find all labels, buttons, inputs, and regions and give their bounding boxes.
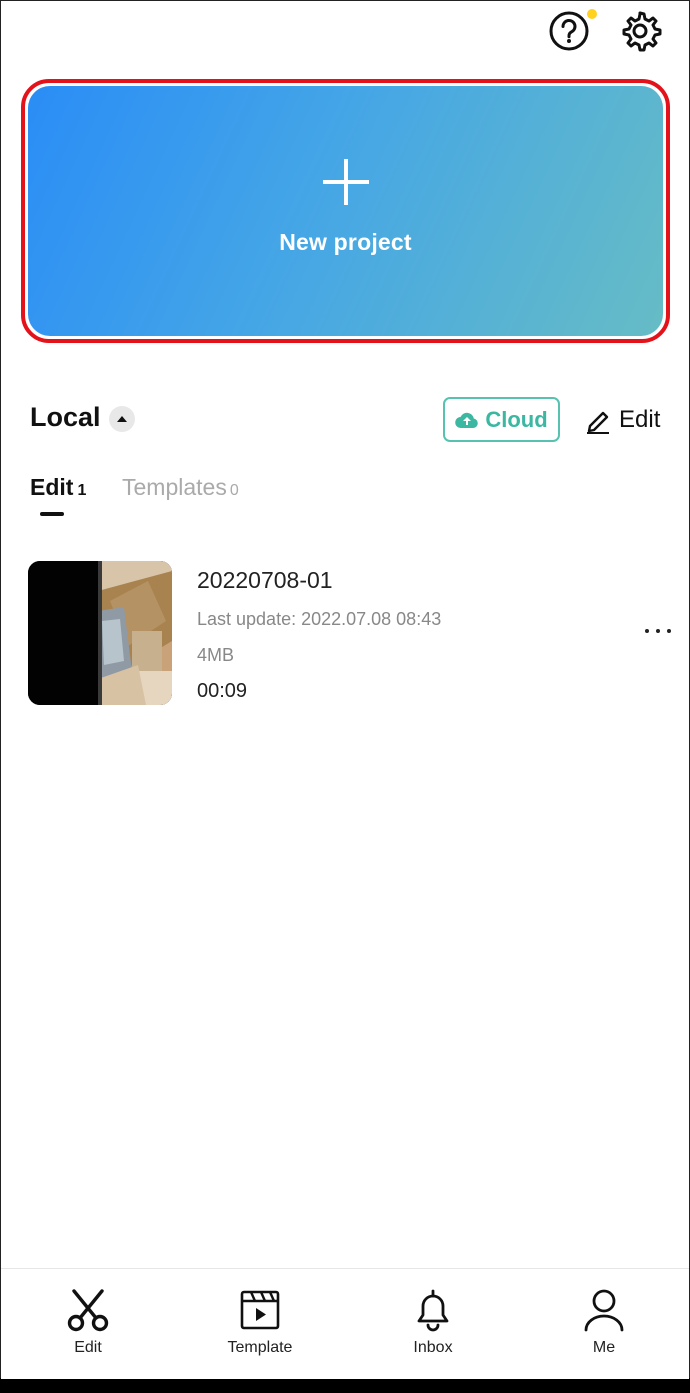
- pencil-icon: [587, 411, 609, 434]
- project-list-item[interactable]: 20220708-01 Last update: 2022.07.08 08:4…: [28, 561, 678, 707]
- bottom-navigation: Edit Template Inbox Me: [1, 1268, 689, 1379]
- tab-templates[interactable]: Templates 0: [122, 474, 239, 501]
- project-duration: 00:09: [197, 680, 248, 702]
- new-project-button[interactable]: New project: [21, 79, 670, 343]
- nav-label-inbox: Inbox: [413, 1339, 453, 1356]
- tab-templates-count: 0: [229, 482, 239, 499]
- nav-label-template: Template: [227, 1339, 293, 1356]
- project-name: 20220708-01: [197, 567, 333, 593]
- nav-item-inbox[interactable]: Inbox: [378, 1287, 488, 1369]
- project-last-update: Last update: 2022.07.08 08:43: [197, 609, 442, 629]
- more-options-icon[interactable]: [638, 619, 678, 643]
- project-size: 4MB: [197, 645, 235, 665]
- template-icon: [237, 1287, 283, 1333]
- edit-projects-button[interactable]: Edit: [585, 403, 660, 437]
- nav-item-edit[interactable]: Edit: [33, 1287, 143, 1369]
- gear-icon[interactable]: [618, 9, 662, 53]
- nav-item-me[interactable]: Me: [549, 1287, 659, 1369]
- app-screen: New project Local Cloud Edit Edit 1 Temp…: [0, 0, 690, 1379]
- notification-dot: [587, 9, 597, 19]
- project-thumbnail[interactable]: [28, 561, 172, 705]
- local-title: Local: [30, 402, 101, 432]
- tab-edit-count: 1: [77, 482, 87, 499]
- tab-templates-label: Templates: [122, 474, 227, 500]
- plus-icon: [322, 158, 369, 205]
- cloud-upload-icon: [455, 412, 479, 428]
- cloud-button[interactable]: Cloud: [443, 397, 560, 442]
- tab-edit[interactable]: Edit 1: [30, 474, 86, 501]
- new-project-card: New project: [28, 86, 663, 336]
- nav-item-template[interactable]: Template: [205, 1287, 315, 1369]
- nav-label-me: Me: [592, 1339, 616, 1356]
- bell-icon: [410, 1287, 456, 1333]
- cloud-button-label: Cloud: [485, 406, 548, 432]
- active-tab-indicator: [40, 512, 64, 516]
- edit-projects-label: Edit: [619, 406, 661, 433]
- user-icon: [581, 1287, 627, 1333]
- scissors-icon: [65, 1287, 111, 1333]
- caret-up-icon[interactable]: [109, 406, 135, 432]
- help-circle-icon[interactable]: [547, 9, 591, 53]
- nav-label-edit: Edit: [74, 1339, 102, 1356]
- new-project-label: New project: [279, 228, 412, 255]
- tab-edit-label: Edit: [30, 474, 74, 500]
